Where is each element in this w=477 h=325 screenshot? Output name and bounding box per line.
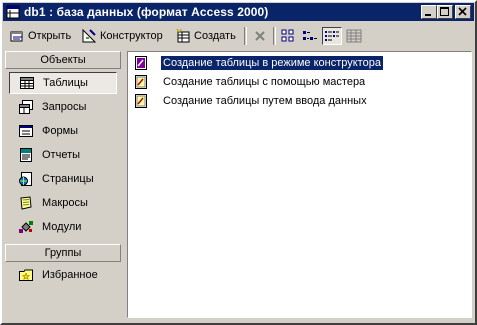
favorites-folder-icon xyxy=(19,269,33,281)
table-wizard-icon xyxy=(135,74,147,89)
objects-item-reports[interactable]: Отчеты xyxy=(9,144,117,166)
query-icon xyxy=(19,100,33,114)
create-label: Создать xyxy=(194,30,236,42)
report-icon xyxy=(20,148,32,162)
objects-bar: Объекты Таблицы Запросы Формы Отчеты Стр… xyxy=(5,51,121,317)
list-item[interactable]: Создание таблицы в режиме конструктора xyxy=(133,54,384,71)
groups-header[interactable]: Группы xyxy=(5,244,121,262)
list-view-button[interactable] xyxy=(322,27,342,45)
objects-header-label: Объекты xyxy=(40,54,86,66)
database-window-icon xyxy=(6,5,20,19)
groups-item-favorites[interactable]: Избранное xyxy=(9,264,117,286)
close-button[interactable] xyxy=(455,5,471,19)
form-icon xyxy=(19,125,33,137)
table-data-entry-icon xyxy=(135,93,147,108)
title-bar[interactable]: db1 : база данных (формат Access 2000) xyxy=(3,3,474,21)
small-icons-icon xyxy=(303,31,317,40)
macro-icon xyxy=(20,196,32,210)
maximize-icon xyxy=(440,7,449,16)
open-icon xyxy=(10,31,23,42)
module-icon xyxy=(19,221,33,233)
window-title: db1 : база данных (формат Access 2000) xyxy=(24,5,269,19)
objects-item-label: Отчеты xyxy=(42,149,81,161)
large-icons-icon xyxy=(281,29,294,42)
create-button[interactable]: Создать xyxy=(175,26,236,46)
minimize-icon xyxy=(425,14,431,16)
design-icon xyxy=(82,28,97,43)
close-icon xyxy=(458,7,467,16)
toolbar-separator xyxy=(273,27,276,45)
groups-header-label: Группы xyxy=(44,247,82,259)
database-window: db1 : база данных (формат Access 2000) О… xyxy=(0,0,477,325)
list-item[interactable]: Создание таблицы путем ввода данных xyxy=(133,92,369,109)
table-design-icon xyxy=(135,55,147,70)
list-item-label: Создание таблицы с помощью мастера xyxy=(163,75,366,88)
objects-item-label: Запросы xyxy=(42,101,87,113)
delete-button[interactable] xyxy=(250,27,270,45)
details-view-button[interactable] xyxy=(344,27,364,45)
delete-icon xyxy=(255,31,265,41)
list-item-label: Создание таблицы путем ввода данных xyxy=(163,94,367,107)
objects-item-modules[interactable]: Модули xyxy=(9,216,117,238)
design-label: Конструктор xyxy=(100,30,163,42)
details-icon xyxy=(346,29,362,43)
objects-item-label: Макросы xyxy=(42,197,88,209)
list-icon xyxy=(325,31,339,41)
objects-list: Создание таблицы в режиме конструктора С… xyxy=(127,51,472,318)
objects-item-tables[interactable]: Таблицы xyxy=(9,72,117,94)
maximize-button[interactable] xyxy=(437,5,453,19)
favorites-label: Избранное xyxy=(42,269,98,281)
table-icon xyxy=(20,77,34,89)
minimize-button[interactable] xyxy=(421,5,437,19)
create-icon xyxy=(176,28,190,43)
design-button[interactable]: Конструктор xyxy=(81,26,163,46)
objects-item-label: Формы xyxy=(42,125,79,137)
list-item[interactable]: Создание таблицы с помощью мастера xyxy=(133,73,367,90)
objects-item-macros[interactable]: Макросы xyxy=(9,192,117,214)
objects-item-label: Модули xyxy=(42,221,82,233)
objects-item-label: Страницы xyxy=(42,173,94,185)
large-icons-view-button[interactable] xyxy=(278,27,298,45)
database-toolbar: Открыть Конструктор Создать xyxy=(3,24,474,48)
list-item-label: Создание таблицы в режиме конструктора xyxy=(160,54,384,71)
objects-item-forms[interactable]: Формы xyxy=(9,120,117,142)
small-icons-view-button[interactable] xyxy=(300,27,320,45)
objects-item-label: Таблицы xyxy=(43,77,88,89)
objects-item-pages[interactable]: Страницы xyxy=(9,168,117,190)
toolbar-separator xyxy=(244,27,247,45)
open-label: Открыть xyxy=(28,30,72,42)
objects-item-queries[interactable]: Запросы xyxy=(9,96,117,118)
objects-group-header[interactable]: Объекты xyxy=(5,51,121,69)
open-button[interactable]: Открыть xyxy=(9,26,71,46)
page-icon xyxy=(19,172,32,186)
